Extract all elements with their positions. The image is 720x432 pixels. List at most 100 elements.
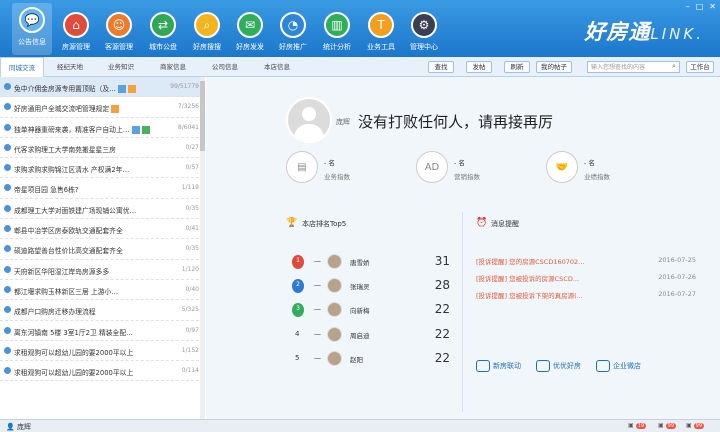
search-doc-icon: ⌕ [194,12,220,38]
toolbar-button-0[interactable]: 查找 [428,61,454,73]
nav-item-2[interactable]: ☺ 客源管理 [99,8,139,54]
agent-score: 22 [434,351,450,365]
post-icon [4,83,11,90]
notification-badge[interactable]: ▣ 99 [686,422,705,429]
ranking-row[interactable]: 5— 赵阳 22 [292,351,452,368]
toolbar-button-3[interactable]: 我的帖子 [536,61,572,73]
message-text[interactable]: [投诉提醒] 您被投诉的房源CSCD... [476,273,579,283]
post-count: 0/114 [181,367,199,375]
post-count: 0/27 [185,143,199,151]
nav-item-5[interactable]: ✉ 好房发发 [230,8,270,54]
list-item[interactable]: 代客求购理工大学南苑搬星星三房 0/27 [0,138,204,159]
tab-0[interactable]: 同城交流 [0,57,44,77]
quick-link[interactable]: 新房联动 [476,360,521,374]
nav-item-1[interactable]: ⌂ 房源管理 [56,8,96,54]
tab-3[interactable]: 商家信息 [148,57,198,77]
toolbar-button-2[interactable]: 刷新 [504,61,530,73]
search-input[interactable]: 输入您想查找的内容 [587,61,680,73]
post-list-scrollbar[interactable] [200,77,205,419]
stat-value: - 名 [454,159,465,167]
agent-score: 22 [434,327,450,341]
list-item[interactable]: 郫县中冶学区房泰欧轨交通配套齐全 0/41 [0,219,204,240]
mail-icon: ✉ [237,12,263,38]
section-divider [462,212,463,412]
agent-score: 22 [434,302,450,316]
post-icon [4,265,11,273]
post-count: 1/119 [181,184,199,192]
ranking-row[interactable]: 3— 向新梅 22 [292,302,452,319]
quick-link[interactable]: 企业微店 [596,360,641,374]
nav-item-label: 城市公盘 [149,43,177,51]
close-icon[interactable]: ✕ [709,2,716,11]
avatar[interactable] [286,97,332,143]
chart-icon: ▥ [324,12,350,38]
tab-4[interactable]: 公司信息 [200,57,250,77]
list-item[interactable]: 硕迪路望善台性价比高交通配套齐全 0/35 [0,239,204,260]
bell-icon: ▣ [658,422,664,429]
notification-badge[interactable]: ▣ 99 [658,422,677,429]
maximize-icon[interactable]: □ [696,2,704,11]
list-item[interactable]: 离东河镇南 5楼 3室1厅2卫 精装全配… 0/97 [0,321,204,341]
message-text[interactable]: [投诉提醒] 您的房源CSCD160702... [476,256,584,266]
list-item[interactable]: 求租观狗可以超幼儿园的要2000平以上 1/152 [0,341,204,362]
tab-2[interactable]: 业务知识 [96,57,146,77]
message-item[interactable]: [投诉提醒] 您被投诉的房源CSCD... 2016-07-26 [476,273,706,285]
list-item[interactable]: 都江堰求购玉林新区三居 上游小… 0/40 [0,280,204,301]
list-item[interactable]: 免中介佣金房源专用置顶贴（及… 99/51779 [0,77,204,98]
agent-name: 向新梅 [350,307,370,315]
ranking-row[interactable]: 1— 唐雪娇 31 [292,254,452,271]
message-item[interactable]: [投诉提醒] 您的房源CSCD160702... 2016-07-25 [476,256,706,268]
toolbar-button-1[interactable]: 发帖 [466,61,492,73]
top-navigation: – □ ✕ 好房通LINK. 💬 公告信息 ⌂ 房源管理 ☺ 客源管理 ⇄ 城市公盘 ⌕ 好房搜搜 ✉ 好… [0,0,720,57]
post-title: 离东河镇南 5楼 3室1厅2卫 精装全配… [14,328,133,337]
post-title: 都江堰求购玉林新区三居 上游小… [14,287,119,296]
status-bar: 👤 庞辉 ▣ 19 ▣ 99 ▣ 99 [0,419,720,432]
workbench-button[interactable]: 工作台 [686,61,714,73]
stat-card: ▤ - 名 业务指数 [286,151,396,187]
nav-item-6[interactable]: ◔ 好房推广 [273,8,313,54]
clock-icon: ⏰ [476,218,488,228]
nav-item-label: 好房发发 [236,43,264,51]
post-title: 成都户口购房迁移办理流程 [14,308,96,317]
minimize-icon[interactable]: – [686,2,690,11]
list-item[interactable]: 成都户口购房迁移办理流程 5/325 [0,300,204,321]
ranking-row[interactable]: 2— 张瑞灵 28 [292,278,452,295]
message-item[interactable]: [投诉提醒] 您被投诉下架的真房源(... 2016-07-27 [476,290,706,302]
scrollbar-thumb[interactable] [200,81,205,151]
nav-item-0[interactable]: 💬 公告信息 [12,3,52,55]
ranking-row[interactable]: 4— 周启迪 22 [292,327,452,344]
post-list: 免中介佣金房源专用置顶贴（及… 99/51779 好房通用户全城交流吧管理规定 … [0,77,205,419]
list-item[interactable]: 成都理工大学对面铁建广场现铺公寓优… 0/35 [0,199,204,220]
notification-badge[interactable]: ▣ 19 [628,422,647,429]
search-icon[interactable]: ⌕ [672,62,676,71]
nav-item-9[interactable]: ⚙ 管理中心 [404,8,444,54]
nav-item-8[interactable]: T 业务工具 [361,8,401,54]
dashboard-panel: 庞辉 没有打败任何人，请再接再厉 🏆 本店排名Top5 ⏰ 消息提醒 ▤ - 名… [206,77,720,419]
rank-number: 4 [295,330,300,338]
list-item[interactable]: 好房通用户全城交流吧管理规定 7/3256 [0,97,204,118]
post-icon [4,164,11,172]
handshake-icon: 🤝 [546,151,578,183]
quick-link[interactable]: 优优好房 [536,360,581,374]
post-count: 5/325 [181,306,199,314]
nav-item-4[interactable]: ⌕ 好房搜搜 [187,8,227,54]
message-text[interactable]: [投诉提醒] 您被投诉下架的真房源(... [476,290,583,300]
tab-5[interactable]: 本店信息 [252,57,302,77]
nav-item-label: 房源管理 [62,43,90,51]
avatar [327,278,342,293]
list-item[interactable]: 独单神器重磅来袭，精准客户自动上… 8/6041 [0,118,204,138]
nav-item-7[interactable]: ▥ 统计分析 [317,8,357,54]
post-count: 0/35 [185,245,199,253]
post-count: 8/6041 [177,123,199,131]
list-item[interactable]: 求购求购求购锦江区清水 产权满2年… 0/57 [0,158,204,179]
post-icon [4,184,11,192]
list-item[interactable]: 求租观狗可以超幼儿园的要2000平以上 0/114 [0,361,204,382]
agent-name: 唐雪娇 [350,259,370,267]
list-item[interactable]: 天府新区华阳湿江岸岛房源多多 1/120 [0,260,204,280]
megaphone-icon: ◔ [280,12,306,38]
tab-1[interactable]: 经纪天地 [46,57,94,77]
bell-icon: ▣ [686,422,692,429]
list-item[interactable]: 帝星项目园 急售6栋? 1/119 [0,178,204,199]
nav-item-3[interactable]: ⇄ 城市公盘 [143,8,183,54]
chat-bubble-icon: 💬 [19,7,45,33]
